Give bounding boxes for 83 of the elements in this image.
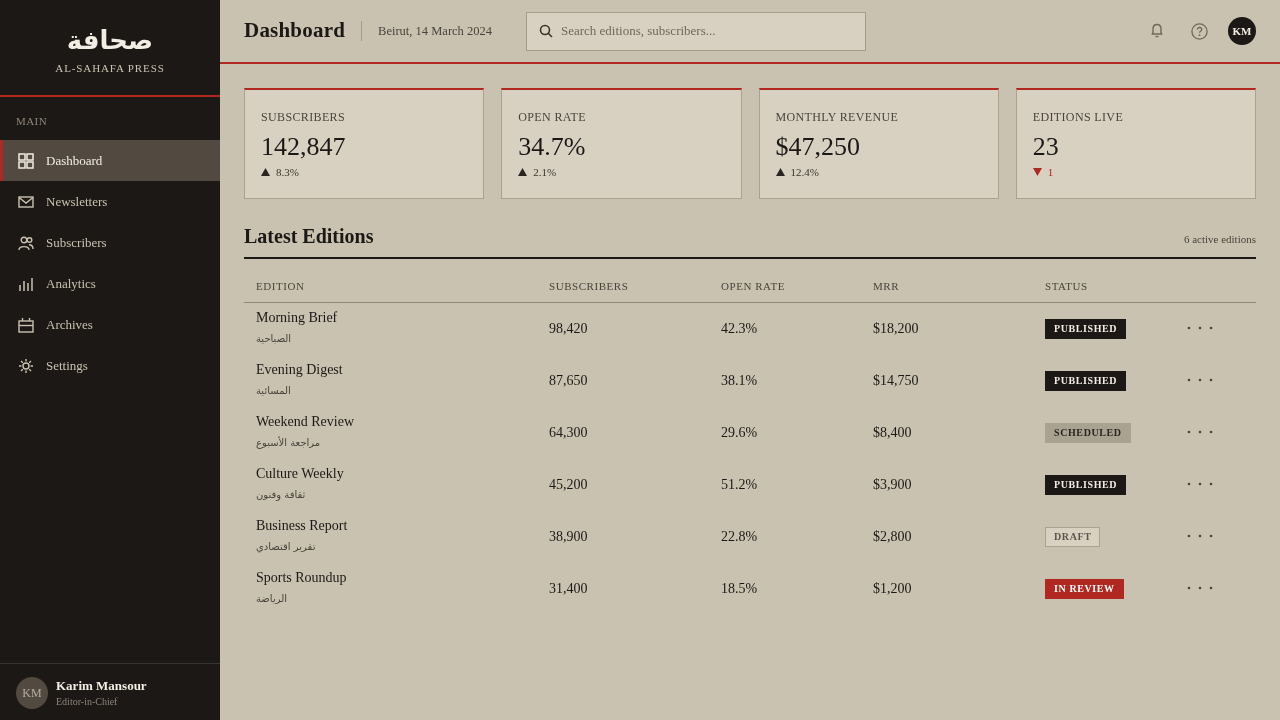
column-header: MRR <box>861 259 1033 302</box>
stat-label: SUBSCRIBERS <box>261 109 346 125</box>
envelope-icon <box>18 193 34 210</box>
table-cell-text: 87,650 <box>548 371 589 390</box>
stat-label: EDITIONS LIVE <box>1032 109 1125 125</box>
table-cell-text: 45,200 <box>548 475 589 494</box>
status-badge: SCHEDULED <box>1045 423 1131 443</box>
table-cell-text: 38,900 <box>548 527 589 546</box>
edition-arabic-name: الصباحية <box>256 331 292 346</box>
edition-title: Sports Roundup <box>256 568 348 587</box>
sidebar-item[interactable]: Analytics <box>0 263 220 304</box>
table-cell-text: 18.5% <box>720 579 759 598</box>
user-name: Karim Mansour <box>56 677 147 694</box>
help-icon <box>1190 22 1208 40</box>
bell-icon <box>1150 23 1164 39</box>
edition-arabic-name: الرياضة <box>256 591 288 606</box>
stat-label: MONTHLY REVENUE <box>775 109 900 125</box>
edition-title: Culture Weekly <box>256 464 345 483</box>
table-cell-text: $3,900 <box>872 475 913 494</box>
status-badge: PUBLISHED <box>1045 319 1127 340</box>
status-badge: PUBLISHED <box>1045 371 1127 391</box>
calendar-icon <box>18 316 34 333</box>
edition-title: Business Report <box>256 516 349 535</box>
user-role: Editor-in-Chief <box>56 694 119 709</box>
edition-arabic-name: مراجعة الأسبوع <box>256 435 321 450</box>
table-cell-text: $8,400 <box>872 423 913 442</box>
help-button[interactable] <box>1190 22 1208 40</box>
table-cell-text: 38.1% <box>720 371 759 390</box>
bar-chart-icon <box>18 275 34 292</box>
table-cell-text: 31,400 <box>548 579 589 598</box>
column-header: EDITION <box>244 259 537 302</box>
status-badge: PUBLISHED <box>1045 475 1127 495</box>
sidebar-item[interactable]: Newsletters <box>0 181 220 222</box>
section-title: Latest Editions <box>244 224 374 249</box>
stat-value: 142,847 <box>261 131 347 163</box>
grid-icon <box>18 152 34 169</box>
table-cell-text: $14,750 <box>872 371 920 390</box>
table-cell-text: 64,300 <box>548 423 589 442</box>
user-avatar[interactable]: KM <box>1228 17 1256 45</box>
edition-arabic-name: المسائية <box>256 383 291 398</box>
settings-icon <box>18 357 34 374</box>
date-label: Beirut, 14 March 2024 <box>378 22 492 40</box>
edition-arabic-name: تقرير اقتصادي <box>256 539 316 554</box>
column-header: OPEN RATE <box>709 259 861 302</box>
table-cell: 98,420 <box>537 302 709 354</box>
edition-arabic-name: ثقافة وفنون <box>256 487 306 502</box>
table-cell-text: $2,800 <box>872 527 913 546</box>
edition-title: Weekend Review <box>256 412 355 431</box>
stat-label: OPEN RATE <box>518 109 587 125</box>
sidebar-item[interactable]: Archives <box>0 304 220 345</box>
stat-value: $47,250 <box>775 131 861 163</box>
logo-wordmark: صحافة <box>66 26 154 55</box>
table-cell: 42.3% <box>709 302 861 354</box>
page-title: Dashboard <box>244 18 346 44</box>
notifications-button[interactable] <box>1148 22 1166 40</box>
stat-change: 1 <box>1047 165 1054 179</box>
column-header: SUBSCRIBERS <box>537 259 709 302</box>
table-cell-text: $1,200 <box>872 579 913 598</box>
status-badge: IN REVIEW <box>1045 579 1124 599</box>
user-avatar: KM <box>16 677 48 709</box>
people-icon <box>18 234 34 251</box>
brand-name: AL-SAHAFA PRESS <box>55 61 165 75</box>
sidebar-item[interactable]: Subscribers <box>0 222 220 263</box>
stat-value: 34.7% <box>518 131 587 163</box>
stat-value: 23 <box>1032 131 1060 163</box>
section-label: MAIN <box>15 114 49 129</box>
stat-change: 12.4% <box>790 165 819 179</box>
sidebar-item[interactable]: Settings <box>0 345 220 386</box>
edition-count: 6 active editions <box>1183 232 1256 247</box>
table-cell-text: 22.8% <box>720 527 759 546</box>
table-cell-text: 29.6% <box>720 423 759 442</box>
status-badge: DRAFT <box>1045 527 1101 547</box>
search-field[interactable]: Search editions, subscribers... <box>525 11 866 51</box>
table-cell: $18,200 <box>861 302 1033 354</box>
edition-title: Morning Brief <box>256 308 339 327</box>
search-icon <box>538 23 553 38</box>
table-cell-text: 51.2% <box>720 475 759 494</box>
stat-change: 2.1% <box>533 165 557 179</box>
column-header: STATUS <box>1033 259 1175 302</box>
sidebar-item[interactable]: Dashboard <box>0 140 220 181</box>
more-icon <box>1187 326 1213 331</box>
edition-title: Evening Digest <box>256 360 344 379</box>
stat-change: 8.3% <box>276 165 299 179</box>
